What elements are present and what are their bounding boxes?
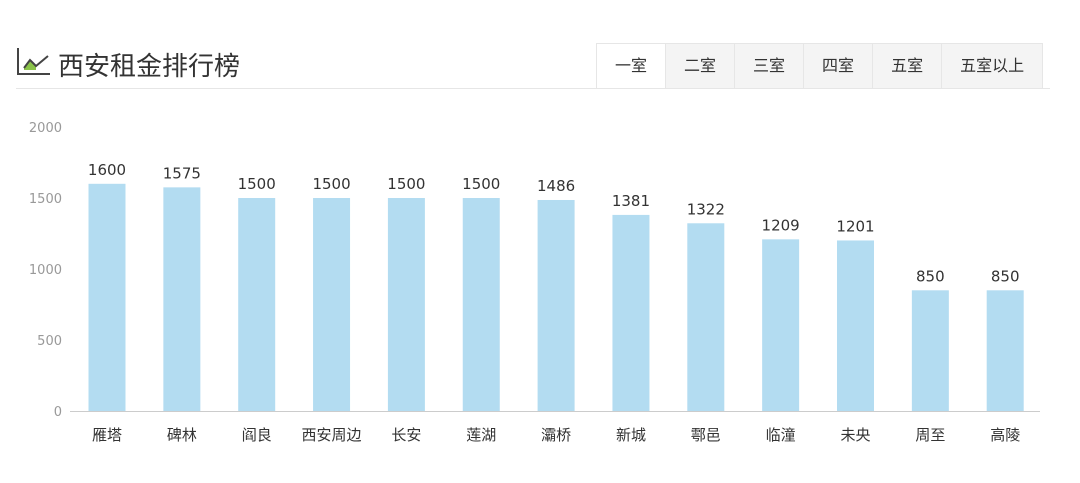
data-label: 1500: [462, 175, 500, 193]
y-tick-label: 1000: [29, 263, 62, 278]
bar: [313, 198, 351, 411]
x-tick-label: 灞桥: [541, 426, 571, 444]
y-tick-label: 1500: [29, 192, 62, 207]
data-label: 1500: [238, 175, 276, 193]
x-tick-label: 雁塔: [92, 426, 122, 444]
rent-bar-chart: 0 500 1000 1500 2000 1600 雁塔 1575 碑林 1500 阎良 1500 西安…: [29, 121, 1040, 444]
data-label: 1381: [612, 192, 650, 210]
x-tick-label: 新城: [616, 426, 646, 444]
x-tick-label: 阎良: [242, 426, 272, 444]
bar: [837, 240, 874, 411]
bar: [462, 198, 500, 411]
data-label: 1201: [836, 217, 874, 235]
bar: [238, 198, 276, 411]
x-tick-label: 未央: [840, 426, 870, 444]
data-label: 1209: [762, 216, 800, 234]
bar: [387, 198, 425, 411]
y-tick-label: 500: [37, 334, 62, 349]
bar: [163, 187, 201, 411]
bar: [88, 183, 126, 411]
x-tick-label: 碑林: [167, 426, 197, 444]
data-label: 850: [916, 267, 945, 285]
x-tick-label: 周至: [915, 426, 945, 444]
data-label: 1322: [687, 200, 725, 218]
x-tick-label: 鄠邑: [691, 426, 721, 444]
data-label: 1575: [163, 164, 201, 182]
y-tick-label: 2000: [29, 121, 62, 136]
data-label: 1500: [387, 175, 425, 193]
bar: [986, 290, 1024, 411]
bar: [911, 290, 949, 411]
y-tick-label: 0: [54, 405, 62, 420]
data-label: 850: [991, 267, 1020, 285]
data-label: 1500: [312, 175, 350, 193]
bar: [762, 239, 800, 411]
data-label: 1600: [88, 161, 126, 179]
x-tick-label: 西安周边: [302, 426, 362, 444]
bar: [687, 223, 725, 411]
x-tick-label: 长安: [391, 426, 421, 444]
bar: [612, 214, 650, 411]
data-label: 1486: [537, 177, 575, 195]
x-tick-label: 莲湖: [466, 426, 496, 444]
x-tick-label: 高陵: [990, 426, 1020, 444]
bar: [537, 199, 575, 411]
x-tick-label: 临潼: [766, 426, 796, 444]
